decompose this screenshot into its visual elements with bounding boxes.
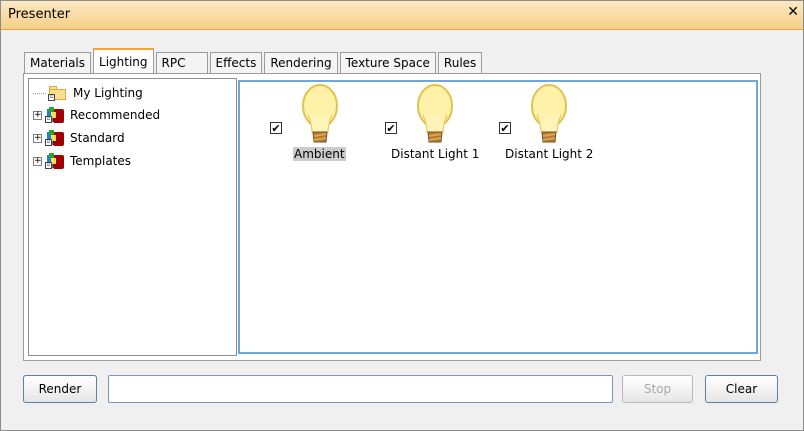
tab-label: RPC: [161, 56, 186, 70]
render-button[interactable]: Render: [23, 375, 97, 403]
title-bar: Presenter ✕: [1, 1, 803, 30]
clear-button[interactable]: Clear: [705, 375, 778, 403]
light-label: Distant Light 2: [505, 147, 594, 161]
tab-rendering[interactable]: Rendering: [264, 52, 338, 73]
lighting-panel: ▫ My Lighting + ▫ Recommended + ▫ Standa…: [23, 73, 761, 361]
tree-item-recommended[interactable]: + ▫ Recommended: [33, 105, 160, 125]
tree-item-standard[interactable]: + ▫ Standard: [33, 128, 125, 148]
light-checkbox[interactable]: ✔: [270, 122, 282, 134]
tree-item-label: Templates: [70, 154, 132, 168]
status-input[interactable]: [108, 375, 613, 403]
light-ambient[interactable]: ✔ Ambient: [240, 82, 356, 172]
stop-button[interactable]: Stop: [622, 375, 693, 403]
tab-label: Rules: [443, 56, 477, 70]
lightbulb-icon: [417, 84, 453, 143]
lightbulb-icon: [302, 84, 338, 143]
library-icon: ▫: [45, 130, 65, 146]
lights-view[interactable]: ✔ Ambient ✔ Distant Light 1 ✔ Distant Li…: [238, 80, 758, 354]
tab-label: Texture Space: [345, 56, 430, 70]
tree-item-my-lighting[interactable]: ▫ My Lighting: [33, 83, 143, 103]
tab-rules[interactable]: Rules: [437, 52, 483, 73]
library-icon: ▫: [45, 107, 65, 123]
light-checkbox[interactable]: ✔: [385, 122, 397, 134]
tab-lighting[interactable]: Lighting: [93, 48, 154, 74]
button-label: Clear: [725, 382, 758, 396]
tab-rpc[interactable]: RPC: [155, 52, 208, 73]
tab-texture-space[interactable]: Texture Space: [339, 52, 436, 73]
tab-label: Lighting: [99, 55, 148, 69]
tree-item-label: Recommended: [70, 108, 161, 122]
tab-effects[interactable]: Effects: [209, 52, 263, 73]
button-label: Render: [38, 382, 82, 396]
tab-label: Materials: [30, 56, 86, 70]
lighting-tree[interactable]: ▫ My Lighting + ▫ Recommended + ▫ Standa…: [28, 78, 237, 356]
close-icon[interactable]: ✕: [787, 4, 799, 20]
tree-connector: [33, 92, 46, 94]
light-distant-1[interactable]: ✔ Distant Light 1: [355, 82, 479, 172]
bottom-controls: Render Stop Clear: [23, 375, 778, 405]
tab-label: Rendering: [270, 56, 332, 70]
expand-icon[interactable]: +: [33, 110, 42, 120]
expand-icon[interactable]: +: [33, 133, 42, 143]
window-title: Presenter: [8, 7, 71, 22]
tab-label: Effects: [215, 56, 257, 70]
presenter-window: Presenter ✕ Materials Lighting RPC Effec…: [0, 0, 804, 431]
tab-materials[interactable]: Materials: [24, 52, 92, 73]
tab-strip: Materials Lighting RPC Effects Rendering…: [24, 48, 484, 74]
folder-icon: ▫: [48, 85, 68, 101]
lightbulb-icon: [531, 84, 567, 143]
tree-item-templates[interactable]: + ▫ Templates: [33, 151, 131, 171]
expand-icon[interactable]: +: [33, 156, 42, 166]
library-icon: ▫: [45, 153, 65, 169]
light-distant-2[interactable]: ✔ Distant Light 2: [469, 82, 593, 172]
button-label: Stop: [643, 382, 672, 396]
light-label: Ambient: [293, 147, 346, 161]
light-label: Distant Light 1: [391, 147, 480, 161]
tree-item-label: My Lighting: [73, 86, 143, 100]
tree-item-label: Standard: [70, 131, 125, 145]
light-checkbox[interactable]: ✔: [499, 122, 511, 134]
